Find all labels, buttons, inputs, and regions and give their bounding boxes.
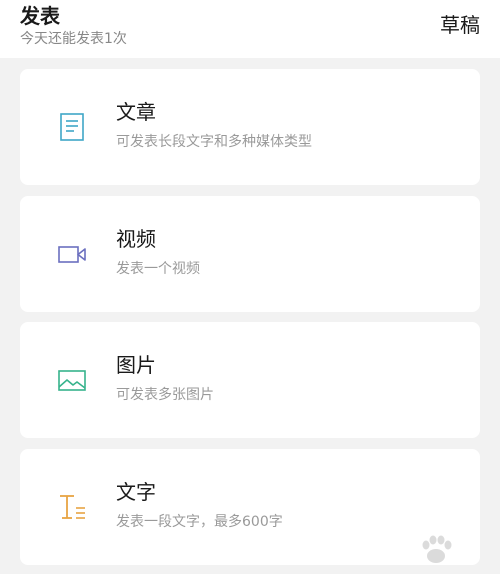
publish-video-card[interactable]: 视频 发表一个视频 [20, 196, 480, 312]
card-description-image: 可发表多张图片 [116, 387, 214, 403]
page-title: 发表 [20, 4, 60, 28]
text-icon [56, 491, 88, 523]
publish-image-card[interactable]: 图片 可发表多张图片 [20, 322, 480, 438]
card-description-article: 可发表长段文字和多种媒体类型 [116, 134, 312, 150]
card-description-text: 发表一段文字，最多600字 [116, 514, 283, 530]
video-icon [56, 238, 88, 270]
card-title-article: 文章 [116, 100, 156, 124]
card-title-text: 文字 [116, 480, 156, 504]
card-title-image: 图片 [116, 353, 156, 377]
article-icon [56, 111, 88, 143]
publish-article-card[interactable]: 文章 可发表长段文字和多种媒体类型 [20, 69, 480, 185]
card-description-video: 发表一个视频 [116, 261, 200, 277]
card-title-video: 视频 [116, 227, 156, 251]
drafts-button[interactable]: 草稿 [440, 12, 480, 38]
watermark-logo-icon [386, 530, 476, 570]
page-header: 发表 今天还能发表1次 草稿 [0, 0, 500, 58]
publish-quota-text: 今天还能发表1次 [20, 31, 127, 47]
image-icon [56, 364, 88, 396]
